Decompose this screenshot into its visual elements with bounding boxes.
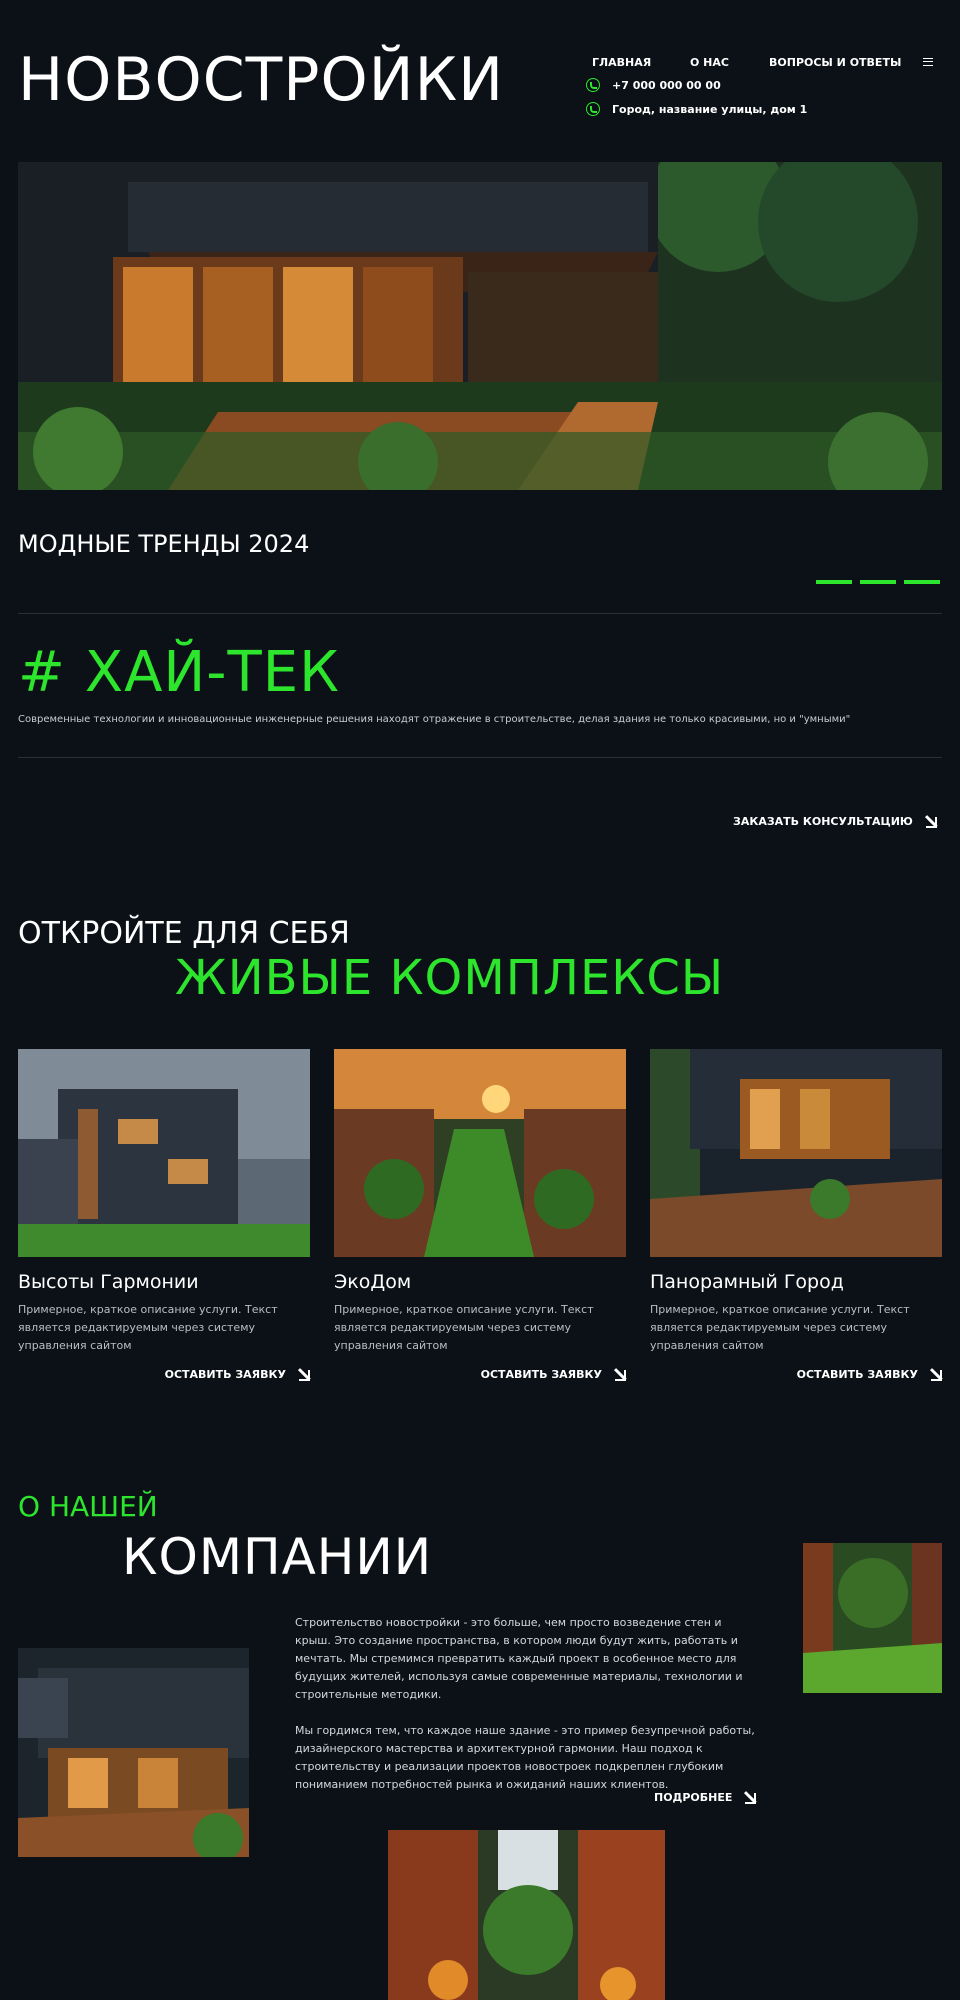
arrow-down-right-icon — [923, 814, 937, 828]
about-paragraph: Строительство новостройки - это больше, … — [295, 1616, 743, 1701]
site-logo[interactable]: НОВОСТРОЙКИ — [18, 50, 504, 110]
complex-description: Примерное, краткое описание услуги. Текс… — [334, 1303, 594, 1352]
address-contact: Город, название улицы, дом 1 — [586, 102, 807, 116]
consultation-button[interactable]: ЗАКАЗАТЬ КОНСУЛЬТАЦИЮ — [733, 814, 937, 828]
request-button[interactable]: ОСТАВИТЬ ЗАЯВКУ — [18, 1367, 310, 1381]
more-button[interactable]: ПОДРОБНЕЕ — [654, 1790, 757, 1804]
trends-title: МОДНЫЕ ТРЕНДЫ 2024 — [18, 530, 310, 558]
about-photo-garden — [803, 1543, 942, 1693]
hero-image — [18, 162, 942, 490]
phone-contact[interactable]: +7 000 000 00 00 — [586, 78, 721, 92]
about-heading-2: КОМПАНИИ — [122, 1528, 433, 1586]
divider — [18, 757, 942, 758]
complex-title: Высоты Гармонии — [18, 1271, 199, 1293]
nav-faq[interactable]: ВОПРОСЫ И ОТВЕТЫ — [769, 56, 901, 69]
about-photo-courtyard — [388, 1830, 665, 2000]
address-text: Город, название улицы, дом 1 — [612, 102, 808, 116]
request-label: ОСТАВИТЬ ЗАЯВКУ — [164, 1367, 286, 1381]
consultation-label: ЗАКАЗАТЬ КОНСУЛЬТАЦИЮ — [733, 814, 913, 828]
complex-description: Примерное, краткое описание услуги. Текс… — [650, 1303, 910, 1352]
complexes-heading-2: ЖИВЫЕ КОМПЛЕКСЫ — [175, 950, 725, 1006]
arrow-down-right-icon — [742, 1790, 757, 1804]
complex-description: Примерное, краткое описание услуги. Текс… — [18, 1303, 278, 1352]
about-photo-house — [18, 1648, 249, 1857]
complex-title: ЭкоДом — [334, 1271, 412, 1293]
trend-dashes — [816, 580, 940, 584]
complex-card[interactable]: Высоты Гармонии Примерное, краткое описа… — [18, 1049, 310, 1381]
more-label: ПОДРОБНЕЕ — [654, 1790, 733, 1804]
request-label: ОСТАВИТЬ ЗАЯВКУ — [480, 1367, 602, 1381]
phone-number: +7 000 000 00 00 — [612, 78, 721, 92]
menu-icon[interactable] — [923, 58, 933, 66]
location-icon — [586, 102, 600, 116]
style-description: Современные технологии и инновационные и… — [18, 714, 851, 725]
complex-image — [334, 1049, 626, 1257]
about-paragraph: Мы гордимся тем, что каждое наше здание … — [295, 1724, 755, 1791]
style-headline: # ХАЙ-ТЕК — [18, 640, 340, 705]
phone-icon — [586, 78, 600, 92]
complex-image — [650, 1049, 942, 1257]
about-text: Строительство новостройки - это больше, … — [295, 1614, 760, 1794]
complex-card[interactable]: ЭкоДом Примерное, краткое описание услуг… — [334, 1049, 626, 1381]
request-button[interactable]: ОСТАВИТЬ ЗАЯВКУ — [334, 1367, 626, 1381]
divider — [18, 613, 942, 614]
nav-about[interactable]: О НАС — [690, 56, 729, 69]
complex-title: Панорамный Город — [650, 1271, 844, 1293]
about-heading-1: О НАШЕЙ — [18, 1490, 158, 1523]
complexes-heading-1: ОТКРОЙТЕ ДЛЯ СЕБЯ — [18, 916, 350, 951]
nav-home[interactable]: ГЛАВНАЯ — [592, 56, 651, 69]
arrow-down-right-icon — [928, 1367, 942, 1381]
request-label: ОСТАВИТЬ ЗАЯВКУ — [796, 1367, 918, 1381]
complex-card[interactable]: Панорамный Город Примерное, краткое опис… — [650, 1049, 942, 1381]
complex-image — [18, 1049, 310, 1257]
arrow-down-right-icon — [296, 1367, 310, 1381]
arrow-down-right-icon — [612, 1367, 626, 1381]
request-button[interactable]: ОСТАВИТЬ ЗАЯВКУ — [650, 1367, 942, 1381]
